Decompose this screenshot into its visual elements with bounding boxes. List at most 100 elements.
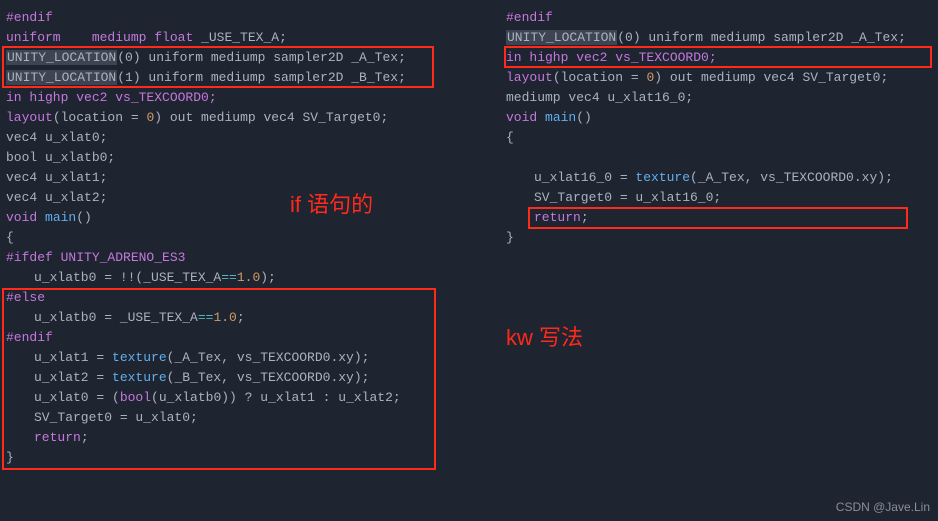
op: ==: [198, 310, 214, 325]
code-line: u_xlatb0 = _USE_TEX_A==1.0;: [6, 308, 494, 328]
fn-texture: texture: [112, 370, 167, 385]
kw-uniform: uniform mediump: [6, 30, 154, 45]
code-line: uniform mediump float _USE_TEX_A;: [6, 28, 494, 48]
code-line: {: [6, 228, 494, 248]
code-line: #endif: [6, 328, 494, 348]
code-text: (location =: [553, 70, 647, 85]
code-text: u_xlat16_0 =: [534, 170, 635, 185]
kw-return: return: [534, 210, 581, 225]
code-text: u_xlat1 =: [34, 350, 112, 365]
preproc: #endif: [6, 330, 53, 345]
fn-texture: texture: [635, 170, 690, 185]
annotation-kw: kw 写法: [506, 328, 583, 348]
code-line: vec4 u_xlat2;: [6, 188, 494, 208]
code-line: #endif: [6, 8, 494, 28]
fn-texture: texture: [112, 350, 167, 365]
code-line: void main(): [506, 108, 932, 128]
punc: (): [576, 110, 592, 125]
code-text: SV_Target0 = u_xlat0;: [34, 410, 198, 425]
punc: (): [76, 210, 92, 225]
preproc: #endif: [506, 10, 553, 25]
op: ==: [221, 270, 237, 285]
kw-void: void: [6, 210, 37, 225]
code-text: ) out mediump vec4 SV_Target0;: [654, 70, 888, 85]
code-line: #ifdef UNITY_ADRENO_ES3: [6, 248, 494, 268]
var-decl: vec4 u_xlat1;: [6, 170, 107, 185]
punc: ;: [581, 210, 589, 225]
code-line: [506, 148, 932, 168]
preproc: #ifdef UNITY_ADRENO_ES3: [6, 250, 185, 265]
kw-layout: layout: [6, 110, 53, 125]
fn-main: main: [37, 210, 76, 225]
kw: in highp vec2 vs_TEXCOORD0;: [6, 90, 217, 105]
code-text: u_xlat2 =: [34, 370, 112, 385]
code-text: (_B_Tex, vs_TEXCOORD0.xy);: [167, 370, 370, 385]
code-pane-left: #endif uniform mediump float _USE_TEX_A;…: [0, 0, 500, 521]
code-line: in highp vec2 vs_TEXCOORD0;: [506, 48, 932, 68]
code-line: SV_Target0 = u_xlat0;: [6, 408, 494, 428]
brace: }: [506, 230, 514, 245]
preproc: #else: [6, 290, 45, 305]
code-line: UNITY_LOCATION(0) uniform mediump sample…: [6, 48, 494, 68]
code-text: (0) uniform mediump sampler2D _A_Tex;: [617, 30, 906, 45]
punc: );: [260, 270, 276, 285]
code-text: SV_Target0 = u_xlat16_0;: [534, 190, 721, 205]
code-text: (u_xlatb0)) ? u_xlat1 : u_xlat2;: [151, 390, 401, 405]
brace: {: [6, 230, 14, 245]
code-line: u_xlat16_0 = texture(_A_Tex, vs_TEXCOORD…: [506, 168, 932, 188]
kw: in highp vec2 vs_TEXCOORD0;: [506, 50, 717, 65]
code-pane-right: #endif UNITY_LOCATION(0) uniform mediump…: [500, 0, 938, 521]
code-text: u_xlatb0 = !!(_USE_TEX_A: [34, 270, 221, 285]
code-text: (_A_Tex, vs_TEXCOORD0.xy);: [690, 170, 893, 185]
code-line: UNITY_LOCATION(0) uniform mediump sample…: [506, 28, 932, 48]
code-text: u_xlat0 = (: [34, 390, 120, 405]
code-line: return;: [506, 208, 932, 228]
code-line: in highp vec2 vs_TEXCOORD0;: [6, 88, 494, 108]
code-text: (0) uniform mediump sampler2D _A_Tex;: [117, 50, 406, 65]
kw-float: float: [154, 30, 193, 45]
punc: ;: [81, 430, 89, 445]
var-decl: mediump vec4 u_xlat16_0;: [506, 90, 693, 105]
kw-bool: bool: [120, 390, 151, 405]
var-decl: bool u_xlatb0;: [6, 150, 115, 165]
code-text: ) out mediump vec4 SV_Target0;: [154, 110, 388, 125]
code-line: #endif: [506, 8, 932, 28]
num: 1.0: [213, 310, 236, 325]
code-text: (_A_Tex, vs_TEXCOORD0.xy);: [167, 350, 370, 365]
brace: }: [6, 450, 14, 465]
annotation-if: if 语句的: [290, 195, 373, 215]
code-line: }: [506, 228, 932, 248]
code-line: u_xlat1 = texture(_A_Tex, vs_TEXCOORD0.x…: [6, 348, 494, 368]
sel-macro: UNITY_LOCATION: [6, 70, 117, 85]
kw-void: void: [506, 110, 537, 125]
preproc: #endif: [6, 10, 53, 25]
code-line: mediump vec4 u_xlat16_0;: [506, 88, 932, 108]
code-text: (1) uniform mediump sampler2D _B_Tex;: [117, 70, 406, 85]
watermark: CSDN @Jave.Lin: [836, 497, 930, 517]
code-line: {: [506, 128, 932, 148]
code-text: u_xlatb0 = _USE_TEX_A: [34, 310, 198, 325]
code-line: u_xlat2 = texture(_B_Tex, vs_TEXCOORD0.x…: [6, 368, 494, 388]
code-line: SV_Target0 = u_xlat16_0;: [506, 188, 932, 208]
code-line: bool u_xlatb0;: [6, 148, 494, 168]
code-line: vec4 u_xlat1;: [6, 168, 494, 188]
sel-macro: UNITY_LOCATION: [506, 30, 617, 45]
code-line: void main(): [6, 208, 494, 228]
sel-macro: UNITY_LOCATION: [6, 50, 117, 65]
brace: {: [506, 130, 514, 145]
var-decl: vec4 u_xlat0;: [6, 130, 107, 145]
fn-main: main: [537, 110, 576, 125]
kw-layout: layout: [506, 70, 553, 85]
code-line: vec4 u_xlat0;: [6, 128, 494, 148]
code-line: UNITY_LOCATION(1) uniform mediump sample…: [6, 68, 494, 88]
code-line: layout(location = 0) out mediump vec4 SV…: [6, 108, 494, 128]
punc: ;: [237, 310, 245, 325]
code-line: return;: [6, 428, 494, 448]
code-text: (location =: [53, 110, 147, 125]
num: 1.0: [237, 270, 260, 285]
code-line: #else: [6, 288, 494, 308]
kw-return: return: [34, 430, 81, 445]
code-line: u_xlat0 = (bool(u_xlatb0)) ? u_xlat1 : u…: [6, 388, 494, 408]
code-line: u_xlatb0 = !!(_USE_TEX_A==1.0);: [6, 268, 494, 288]
var-decl: vec4 u_xlat2;: [6, 190, 107, 205]
